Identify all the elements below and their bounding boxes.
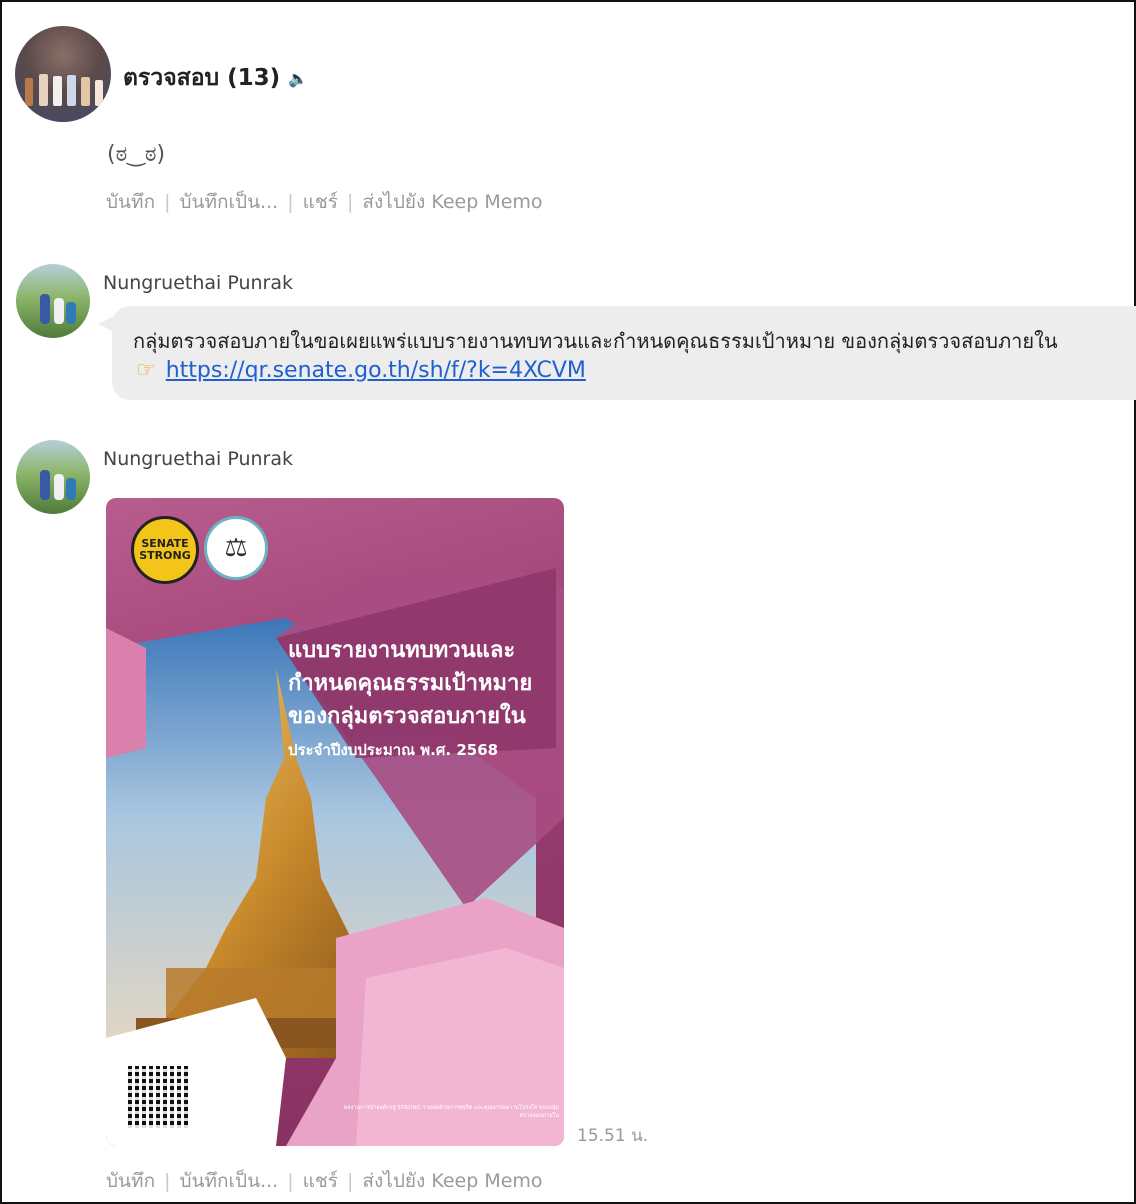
- keep-memo-action[interactable]: ส่งไปยัง Keep Memo: [362, 1170, 542, 1192]
- message-time: 15.51 น.: [577, 1126, 649, 1146]
- speaker-muted-icon: 🔈: [288, 68, 309, 88]
- link-row: ☞ https://qr.senate.go.th/sh/f/?k=4XCVM: [136, 358, 586, 383]
- share-action[interactable]: แชร์: [303, 191, 338, 213]
- save-as-action[interactable]: บันทึกเป็น...: [179, 191, 278, 213]
- senate-strong-logo: SENATE STRONG: [131, 516, 199, 584]
- poster-title-line: กำหนดคุณธรรมเป้าหมาย: [288, 671, 533, 696]
- poster-background-shapes: [106, 558, 564, 1146]
- save-action[interactable]: บันทึก: [106, 191, 155, 213]
- poster-image[interactable]: SENATE STRONG ⚖ แบบรายงานทบทวนและ กำหนดคุ…: [106, 498, 564, 1146]
- share-action[interactable]: แชร์: [303, 1170, 338, 1192]
- sender-name: Nungruethai Punrak: [103, 272, 294, 294]
- poster-title-line: แบบรายงานทบทวนและ: [288, 638, 516, 663]
- sender-name: Nungruethai Punrak: [103, 448, 294, 470]
- pointing-hand-icon: ☞: [136, 358, 156, 383]
- chat-title[interactable]: ตรวจสอบ (13) 🔈: [123, 60, 308, 96]
- message-text: กลุ่มตรวจสอบภายในขอเผยแพร่แบบรายงานทบทวน…: [133, 329, 1058, 353]
- qr-code[interactable]: [128, 1066, 190, 1128]
- message-actions: บันทึก | บันทึกเป็น... | แชร์ | ส่งไปยัง Keep …: [106, 1170, 543, 1192]
- poster-title-line: ของกลุ่มตรวจสอบภายใน: [288, 704, 526, 729]
- sender-avatar[interactable]: [16, 264, 90, 338]
- save-as-action[interactable]: บันทึกเป็น...: [179, 1170, 278, 1192]
- sticker-message[interactable]: (ಠ‿ಠ): [107, 142, 165, 167]
- message-link[interactable]: https://qr.senate.go.th/sh/f/?k=4XCVM: [166, 358, 586, 383]
- poster-subtitle: ประจำปีงบประมาณ พ.ศ. 2568: [288, 741, 499, 759]
- sender-avatar[interactable]: [16, 440, 90, 514]
- keep-memo-action[interactable]: ส่งไปยัง Keep Memo: [362, 191, 542, 213]
- group-avatar[interactable]: [15, 26, 111, 122]
- poster-footer: ผลงานการนำองค์กรสู่ STRONG ร่วมต่อต้านกา…: [344, 1105, 559, 1119]
- save-action[interactable]: บันทึก: [106, 1170, 155, 1192]
- agency-seal-icon: ⚖: [204, 516, 268, 580]
- message-actions: บันทึก | บันทึกเป็น... | แชร์ | ส่งไปยัง Keep …: [106, 191, 543, 213]
- poster-title: แบบรายงานทบทวนและ กำหนดคุณธรรมเป้าหมาย ข…: [288, 634, 558, 733]
- chat-title-text: ตรวจสอบ (13): [123, 65, 281, 91]
